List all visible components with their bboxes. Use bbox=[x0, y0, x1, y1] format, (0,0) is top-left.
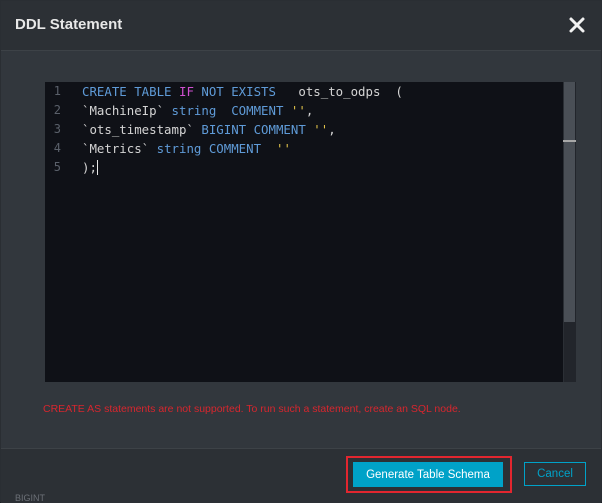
ddl-statement-dialog: DDL Statement 1 2 3 4 5 CREATE TABLE IF NOT … bbox=[0, 0, 602, 503]
line-number: 5 bbox=[53, 160, 61, 174]
text-cursor bbox=[96, 160, 98, 175]
line-number: 2 bbox=[53, 103, 61, 117]
line-number-gutter: 1 2 3 4 5 bbox=[45, 82, 81, 382]
code-token: ots_to_odps ( bbox=[275, 84, 403, 99]
code-token: COMMENT bbox=[253, 122, 306, 137]
code-token: IF bbox=[178, 84, 202, 99]
scrollbar-thumb[interactable] bbox=[564, 82, 575, 322]
dialog-title: DDL Statement bbox=[15, 16, 123, 33]
code-token: `ots_timestamp` bbox=[82, 122, 202, 137]
code-token: `MachineIp` bbox=[82, 103, 172, 118]
code-token: '' bbox=[290, 103, 306, 118]
code-token: COMMENT bbox=[231, 103, 284, 118]
code-token: string bbox=[171, 103, 217, 118]
dialog-header: DDL Statement bbox=[1, 1, 601, 51]
code-token: string bbox=[156, 141, 202, 156]
code-line: ); bbox=[82, 158, 98, 177]
scroll-position-marker bbox=[563, 140, 576, 142]
close-icon bbox=[569, 17, 585, 33]
code-token: , bbox=[305, 103, 314, 118]
code-token: '' bbox=[313, 122, 329, 137]
line-number: 4 bbox=[53, 141, 61, 155]
error-message: CREATE AS statements are not supported. … bbox=[43, 403, 461, 415]
cancel-button[interactable]: Cancel bbox=[524, 462, 586, 486]
generate-table-schema-button[interactable]: Generate Table Schema bbox=[353, 462, 503, 487]
code-token: CREATE TABLE bbox=[82, 84, 179, 99]
close-button[interactable] bbox=[565, 13, 589, 37]
code-line: CREATE TABLE IF NOT EXISTS ots_to_odps ( bbox=[82, 82, 403, 101]
code-token: BIGINT bbox=[201, 122, 247, 137]
code-line: `MachineIp` string COMMENT '', bbox=[82, 101, 313, 120]
code-token: NOT EXISTS bbox=[201, 84, 276, 99]
code-line: `ots_timestamp` BIGINT COMMENT '', bbox=[82, 120, 336, 139]
code-token: '' bbox=[275, 141, 291, 156]
code-line: `Metrics` string COMMENT '' bbox=[82, 139, 291, 158]
code-token: COMMENT bbox=[208, 141, 262, 156]
editor-scrollbar[interactable] bbox=[563, 82, 576, 382]
code-token: `Metrics` bbox=[82, 141, 157, 156]
line-number: 3 bbox=[53, 122, 61, 136]
code-token: ); bbox=[82, 160, 97, 175]
code-token: , bbox=[328, 122, 336, 137]
sql-code-editor[interactable]: 1 2 3 4 5 CREATE TABLE IF NOT EXISTS ots_to_… bbox=[45, 82, 576, 382]
line-number: 1 bbox=[53, 84, 61, 98]
